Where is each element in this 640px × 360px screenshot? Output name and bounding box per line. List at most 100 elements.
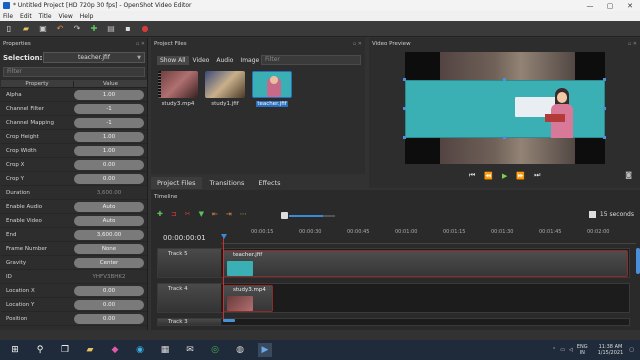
property-value[interactable]: 1.00 — [74, 89, 144, 100]
previous-marker-icon[interactable]: ⇤ — [212, 210, 218, 218]
track-row[interactable]: Track 5 teacher.jfif — [157, 248, 630, 278]
transform-handle[interactable] — [503, 136, 506, 139]
chevron-up-icon[interactable]: ⌃ — [552, 347, 556, 353]
fullscreen-icon[interactable]: ▪ — [123, 24, 133, 34]
property-row[interactable]: Crop Width 1.00 — [1, 144, 147, 158]
property-row[interactable]: Crop X 0.00 — [1, 158, 147, 172]
transform-handle[interactable] — [603, 136, 606, 139]
filter-audio[interactable]: Audio — [213, 56, 236, 65]
tab-transitions[interactable]: Transitions — [204, 177, 251, 189]
property-row[interactable]: End 3,600.00 — [1, 228, 147, 242]
openshot-taskbar-icon[interactable]: ▶ — [258, 343, 272, 357]
center-timeline-icon[interactable]: ⋯ — [240, 210, 247, 218]
timeline-clip[interactable]: study3.mp4 — [223, 285, 273, 312]
property-value[interactable]: Auto — [74, 201, 144, 212]
jump-start-icon[interactable]: ⏮ — [469, 171, 475, 180]
property-value[interactable]: Auto — [74, 215, 144, 226]
property-row[interactable]: Enable Audio Auto — [1, 200, 147, 214]
filter-image[interactable]: Image — [237, 56, 262, 65]
paint-icon[interactable]: ◆ — [108, 343, 122, 357]
transform-handle[interactable] — [603, 78, 606, 81]
property-value[interactable]: None — [74, 243, 144, 254]
fast-forward-icon[interactable]: ⏩ — [516, 172, 525, 180]
property-row[interactable]: Frame Number None — [1, 242, 147, 256]
property-row[interactable]: Channel Filter -1 — [1, 102, 147, 116]
open-project-icon[interactable]: ▰ — [21, 24, 31, 34]
property-row[interactable]: Channel Mapping -1 — [1, 116, 147, 130]
store-icon[interactable]: ▦ — [158, 343, 172, 357]
selection-dropdown[interactable]: teacher.jfif ▼ — [43, 52, 145, 63]
property-value[interactable]: 0.00 — [74, 173, 144, 184]
zoom-checkbox[interactable] — [588, 211, 596, 218]
zoom-slider-handle[interactable] — [281, 212, 288, 219]
transform-handle[interactable] — [403, 78, 406, 81]
chrome-icon[interactable]: ◎ — [208, 343, 222, 357]
search-icon[interactable]: ⚲ — [33, 343, 47, 357]
property-row[interactable]: Enable Video Auto — [1, 214, 147, 228]
task-view-icon[interactable]: ❐ — [58, 343, 72, 357]
property-value[interactable]: 3,600.00 — [74, 229, 144, 240]
playhead[interactable] — [221, 234, 227, 320]
menu-edit[interactable]: Edit — [20, 13, 32, 20]
edge-browser-icon[interactable]: ◉ — [133, 343, 147, 357]
menu-help[interactable]: Help — [80, 13, 94, 20]
transform-handle[interactable] — [403, 136, 406, 139]
timeline-ruler[interactable]: 00:00:15 00:00:30 00:00:45 00:01:00 00:0… — [221, 226, 636, 244]
jump-end-icon[interactable]: ⏭ — [534, 171, 540, 180]
add-track-icon[interactable]: ✚ — [157, 210, 163, 218]
track-row[interactable]: Track 4 study3.mp4 — [157, 283, 630, 313]
property-row[interactable]: ID YHFV3BHK2 — [1, 270, 147, 284]
snapping-icon[interactable]: ⊐ — [171, 210, 177, 218]
rewind-icon[interactable]: ⏪ — [484, 172, 493, 180]
close-button[interactable]: ✕ — [620, 2, 640, 10]
tab-effects[interactable]: Effects — [252, 177, 286, 189]
undo-icon[interactable]: ↶ — [55, 24, 65, 34]
property-row[interactable]: Duration 3,600.00 — [1, 186, 147, 200]
property-value[interactable]: 0.00 — [74, 285, 144, 296]
property-value[interactable]: 1.00 — [74, 145, 144, 156]
maximize-button[interactable]: ▢ — [600, 2, 620, 10]
windows-start-icon[interactable]: ⊞ — [8, 343, 22, 357]
teacher-image-overlay[interactable] — [405, 80, 605, 138]
transform-handle[interactable] — [503, 78, 506, 81]
filter-video[interactable]: Video — [190, 56, 213, 65]
properties-filter-input[interactable]: Filter — [3, 67, 145, 77]
minimize-button[interactable]: — — [580, 2, 600, 10]
property-row[interactable]: Alpha 1.00 — [1, 88, 147, 102]
property-row[interactable]: Gravity Center — [1, 256, 147, 270]
transform-handle[interactable] — [403, 107, 406, 110]
property-row[interactable]: Position 0.00 — [1, 312, 147, 326]
razor-icon[interactable]: ✂ — [185, 210, 191, 218]
import-files-icon[interactable]: ✚ — [89, 24, 99, 34]
property-value[interactable]: -1 — [74, 117, 144, 128]
timeline-vertical-scrollbar[interactable] — [636, 248, 640, 274]
transform-handle[interactable] — [603, 107, 606, 110]
redo-icon[interactable]: ↷ — [72, 24, 82, 34]
menu-view[interactable]: View — [59, 13, 73, 20]
property-value[interactable]: Center — [74, 257, 144, 268]
menu-title[interactable]: Title — [39, 13, 52, 20]
property-value[interactable]: 0.00 — [74, 299, 144, 310]
obs-icon[interactable]: ◍ — [233, 343, 247, 357]
camera-icon[interactable]: ◙ — [625, 171, 632, 179]
menu-file[interactable]: File — [3, 13, 13, 20]
property-row[interactable]: Location X 0.00 — [1, 284, 147, 298]
mail-icon[interactable]: ✉ — [183, 343, 197, 357]
play-icon[interactable]: ▶ — [502, 172, 507, 180]
new-project-icon[interactable]: ▯ — [4, 24, 14, 34]
add-marker-icon[interactable]: ▼ — [199, 210, 204, 218]
notifications-icon[interactable]: ▢ — [629, 347, 634, 353]
timeline-horizontal-scrollbar[interactable] — [223, 319, 235, 322]
choose-profile-icon[interactable]: ▤ — [106, 24, 116, 34]
save-project-icon[interactable]: ▣ — [38, 24, 48, 34]
panel-float-close-icons[interactable]: ▫ ✕ — [628, 41, 637, 47]
file-item[interactable]: study3.mp4 — [155, 71, 201, 107]
language-indicator[interactable]: ENG IN — [577, 344, 588, 356]
filter-show-all[interactable]: Show All — [157, 56, 189, 65]
folder-icon[interactable]: ▰ — [83, 343, 97, 357]
panel-float-close-icons[interactable]: ▫ ✕ — [353, 41, 362, 47]
property-row[interactable]: Crop Y 0.00 — [1, 172, 147, 186]
project-files-filter-input[interactable]: Filter — [261, 55, 361, 65]
file-item[interactable]: study1.jfif — [202, 71, 248, 107]
tab-project-files[interactable]: Project Files — [151, 176, 202, 189]
